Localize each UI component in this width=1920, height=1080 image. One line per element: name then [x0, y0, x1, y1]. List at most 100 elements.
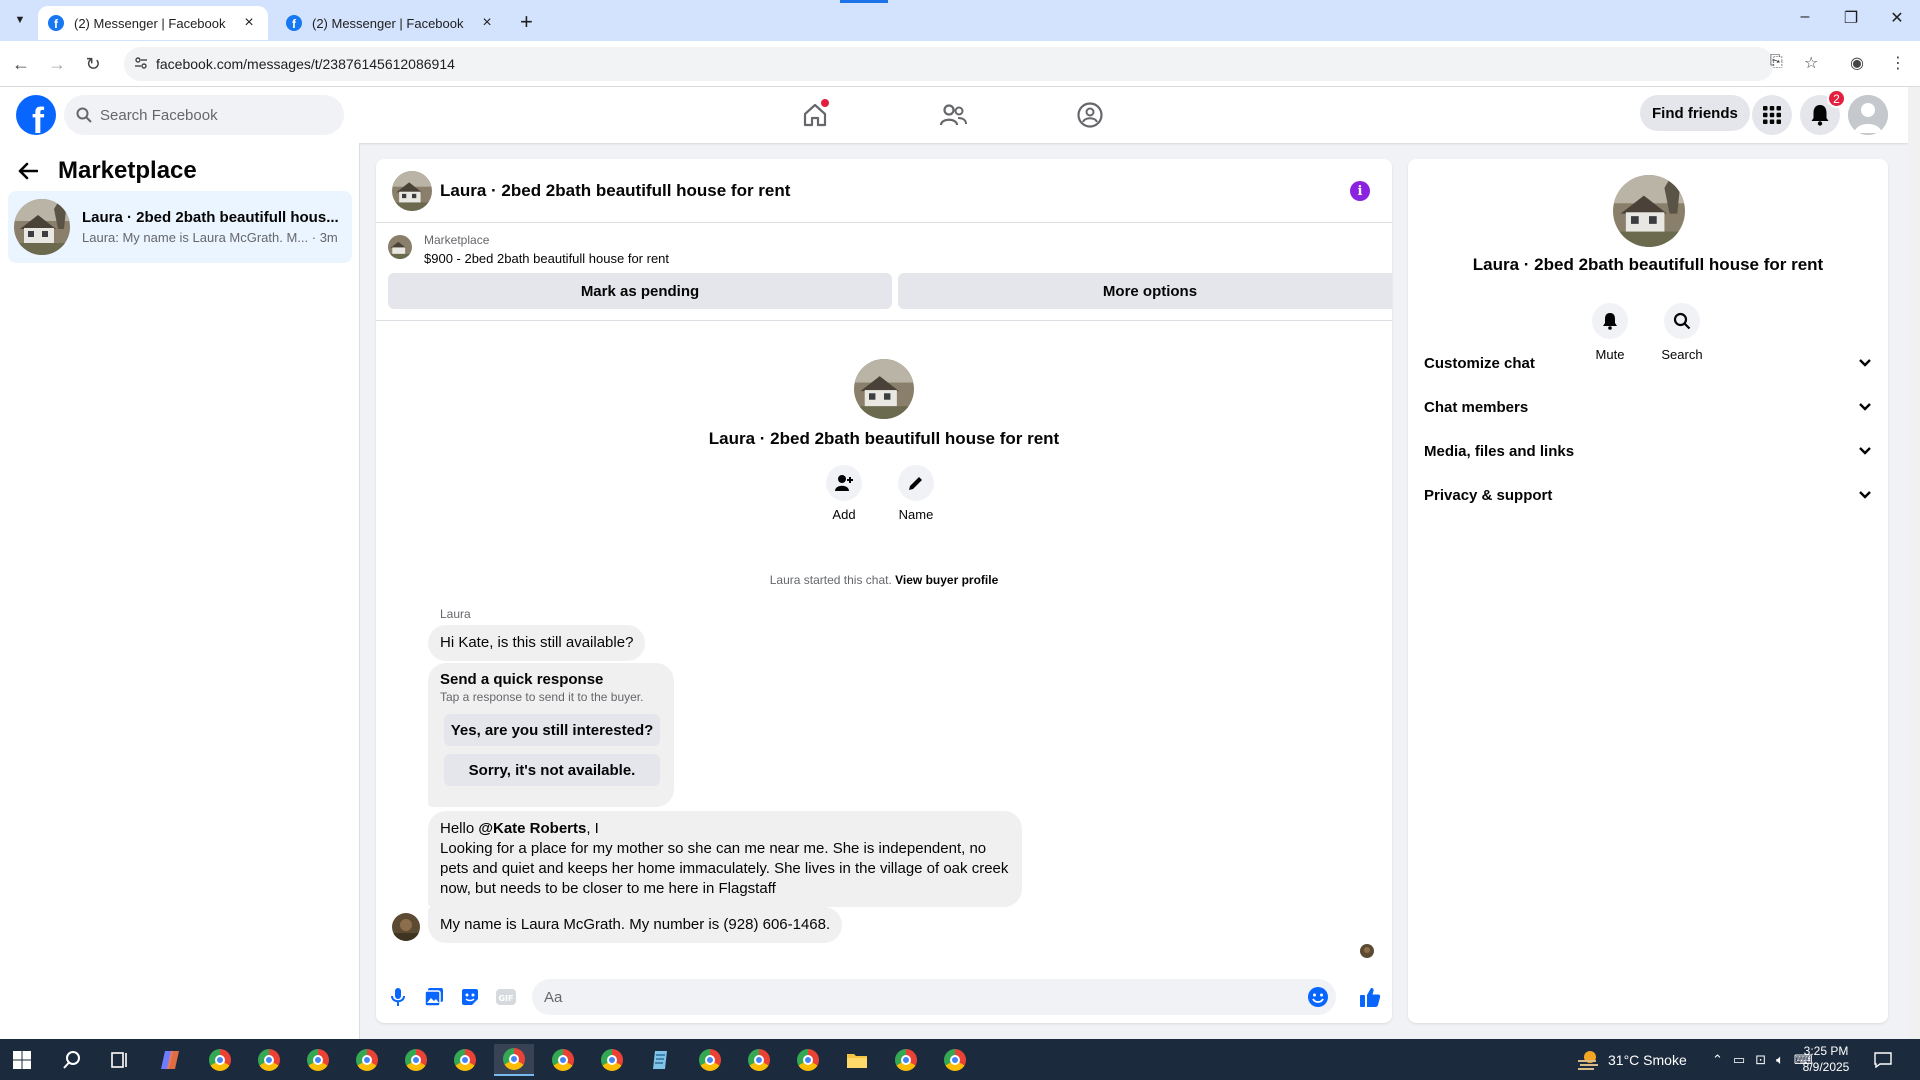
view-buyer-profile-link[interactable]: View buyer profile [895, 573, 998, 587]
forward-icon[interactable]: → [44, 51, 70, 77]
reload-icon[interactable]: ↻ [80, 51, 106, 77]
add-people-button[interactable]: Add [826, 465, 862, 522]
new-tab-icon[interactable]: + [520, 9, 533, 35]
thumbs-up-icon[interactable] [1358, 985, 1382, 1009]
friends-icon [939, 104, 967, 126]
user-photo-icon [392, 913, 420, 941]
search-taskbar-button[interactable] [52, 1044, 92, 1076]
name-label: Name [898, 507, 934, 522]
facebook-logo-icon[interactable]: f [16, 95, 56, 135]
svg-text:GIF: GIF [498, 994, 513, 1003]
search-placeholder: Search Facebook [100, 106, 218, 124]
tab-list-chevron-icon[interactable]: ▼ [8, 8, 32, 32]
volume-icon[interactable]: 🔈︎ [1776, 1052, 1784, 1068]
meet-now-icon[interactable]: ▭ [1733, 1052, 1745, 1068]
browser-menu-icon[interactable]: ⋮ [1890, 53, 1906, 73]
chrome-taskbar-icon[interactable] [298, 1044, 338, 1076]
sticker-icon[interactable] [458, 985, 482, 1009]
quick-response-card: Send a quick response Tap a response to … [428, 663, 674, 807]
conversation-info-icon[interactable]: i [1350, 181, 1370, 201]
chrome-taskbar-icon[interactable] [690, 1044, 730, 1076]
quick-response-option[interactable]: Yes, are you still interested? [444, 714, 660, 746]
chrome-taskbar-icon[interactable] [347, 1044, 387, 1076]
message-text: , I [586, 820, 599, 837]
section-label: Chat members [1424, 398, 1529, 416]
section-chat-members[interactable]: Chat members [1424, 385, 1872, 429]
chrome-taskbar-icon[interactable] [396, 1044, 436, 1076]
notifications-button[interactable]: 2 [1800, 89, 1846, 135]
restore-icon[interactable]: ❐ [1836, 8, 1866, 28]
chrome-icon [454, 1049, 476, 1071]
default-user-icon [1848, 95, 1888, 135]
show-hidden-icons-chevron-icon[interactable]: ⌃ [1712, 1052, 1723, 1068]
chrome-taskbar-icon[interactable] [445, 1044, 485, 1076]
chrome-taskbar-icon[interactable] [592, 1044, 632, 1076]
section-privacy-support[interactable]: Privacy & support [1424, 473, 1872, 517]
back-arrow-icon[interactable] [18, 162, 38, 180]
address-bar[interactable]: facebook.com/messages/t/2387614561208691… [124, 47, 1774, 81]
message-bubble[interactable]: My name is Laura McGrath. My number is (… [428, 907, 843, 943]
sender-avatar[interactable] [392, 913, 420, 941]
details-avatar[interactable] [1613, 175, 1685, 247]
section-customize-chat[interactable]: Customize chat [1424, 341, 1872, 385]
chat-title[interactable]: Laura · 2bed 2bath beautifull house for … [440, 181, 790, 201]
back-icon[interactable]: ← [8, 51, 34, 77]
menu-grid-button[interactable] [1752, 95, 1792, 135]
browser-tab[interactable]: f (2) Messenger | Facebook × [276, 6, 506, 40]
notepad-taskbar-icon[interactable] [641, 1044, 681, 1076]
tab-close-icon[interactable]: × [240, 14, 258, 32]
task-view-button[interactable] [100, 1044, 140, 1076]
network-icon[interactable]: ⊡ [1755, 1052, 1766, 1068]
minimize-icon[interactable]: – [1790, 8, 1820, 26]
attach-photo-icon[interactable] [422, 985, 446, 1009]
section-media-files-links[interactable]: Media, files and links [1424, 429, 1872, 473]
message-bubble[interactable]: Hello @Kate Roberts, I Looking for a pla… [428, 811, 1022, 907]
install-app-icon[interactable]: ⎘ [1770, 53, 1783, 71]
weather-widget[interactable]: 31°C Smoke [1576, 1039, 1687, 1080]
chrome-icon [699, 1049, 721, 1071]
chrome-taskbar-icon[interactable] [543, 1044, 583, 1076]
chrome-taskbar-icon-active[interactable] [494, 1044, 534, 1076]
listing-title[interactable]: $900 - 2bed 2bath beautifull house for r… [424, 251, 669, 266]
find-friends-button[interactable]: Find friends [1640, 95, 1750, 131]
chrome-taskbar-icon[interactable] [886, 1044, 926, 1076]
quick-response-option[interactable]: Sorry, it's not available. [444, 754, 660, 786]
home-nav-button[interactable] [795, 95, 835, 135]
account-avatar[interactable] [1848, 95, 1888, 135]
chrome-taskbar-icon[interactable] [249, 1044, 289, 1076]
chat-panel: Laura · 2bed 2bath beautifull house for … [376, 159, 1392, 1023]
chrome-taskbar-icon[interactable] [200, 1044, 240, 1076]
gif-icon[interactable]: GIF [494, 985, 518, 1009]
message-input[interactable]: Aa [532, 979, 1336, 1015]
bell-icon [1603, 313, 1617, 330]
emoji-icon[interactable] [1306, 985, 1330, 1009]
tab-close-icon[interactable]: × [478, 14, 496, 32]
page-scrollbar[interactable] [1908, 87, 1920, 1039]
message-bubble[interactable]: Hi Kate, is this still available? [428, 625, 646, 661]
copilot-button[interactable] [150, 1044, 190, 1076]
more-options-button[interactable]: More options [898, 273, 1392, 309]
mention-kate-roberts[interactable]: @Kate Roberts [478, 820, 586, 837]
friends-nav-button[interactable] [933, 95, 973, 135]
facebook-search-input[interactable]: Search Facebook [64, 95, 344, 135]
browser-tab-active[interactable]: f (2) Messenger | Facebook × [38, 6, 268, 40]
profile-icon[interactable]: ◉ [1850, 53, 1864, 73]
chat-avatar[interactable] [392, 170, 432, 211]
window-close-icon[interactable]: ✕ [1882, 8, 1912, 28]
site-settings-icon[interactable] [134, 56, 148, 70]
groups-nav-button[interactable] [1070, 95, 1110, 135]
file-explorer-taskbar-icon[interactable] [837, 1044, 877, 1076]
chrome-taskbar-icon[interactable] [935, 1044, 975, 1076]
chrome-taskbar-icon[interactable] [788, 1044, 828, 1076]
bookmark-star-icon[interactable]: ☆ [1804, 53, 1818, 73]
action-center-icon[interactable] [1874, 1039, 1892, 1080]
conversation-item[interactable]: Laura · 2bed 2bath beautifull hous... La… [8, 191, 352, 263]
mark-as-pending-button[interactable]: Mark as pending [388, 273, 892, 309]
house-photo-icon [388, 235, 412, 259]
section-label: Customize chat [1424, 354, 1535, 372]
voice-clip-icon[interactable] [386, 985, 410, 1009]
start-button[interactable] [2, 1044, 42, 1076]
name-chat-button[interactable]: Name [898, 465, 934, 522]
chrome-taskbar-icon[interactable] [739, 1044, 779, 1076]
taskbar-clock[interactable]: 3:25 PM 8/9/2025 [1786, 1043, 1866, 1075]
